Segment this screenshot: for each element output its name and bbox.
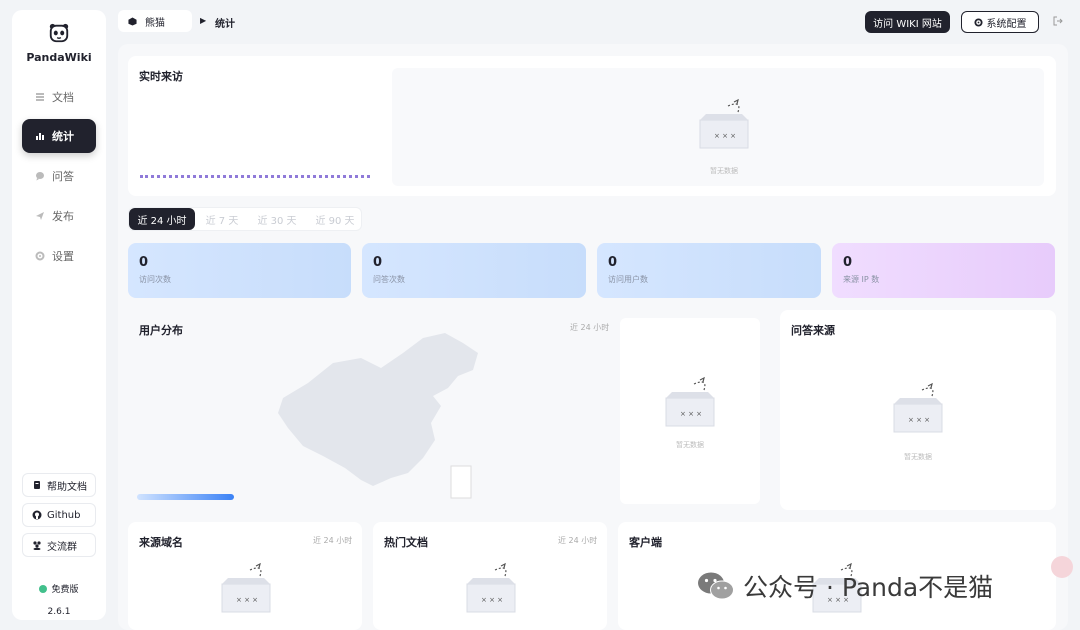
empty-text: 暂无数据 [676,441,704,449]
hot-docs-card: 热门文档 近 24 小时 × × × [373,522,607,630]
realtime-visits-title: 实时来访 [139,70,183,83]
stat-label: 访问用户数 [608,275,648,284]
stat-label: 访问次数 [139,275,171,284]
realtime-line [140,175,370,178]
watermark: 公众号 · Panda不是猫 [697,568,993,604]
document-icon [34,91,46,103]
breadcrumb-workspace[interactable]: 熊猫 [118,10,192,32]
map-legend-bar [137,494,234,500]
help-docs-label: 帮助文档 [47,481,87,493]
send-icon [34,210,46,222]
sidebar-item-publish[interactable]: 发布 [22,199,96,233]
book-icon [32,480,42,490]
empty-box-icon: × × × [893,382,943,433]
float-assistant-icon[interactable] [1051,556,1073,578]
empty-text: 暂无数据 [710,167,738,175]
china-map [278,333,478,499]
breadcrumb-workspace-label: 熊猫 [145,17,165,29]
qa-source-title: 问答来源 [791,324,835,337]
stat-users: 0 访问用户数 [597,243,821,298]
github-button[interactable]: Github [22,503,96,527]
community-group-label: 交流群 [47,541,77,553]
stat-ips: 0 来源 IP 数 [832,243,1055,298]
svg-text:× × ×: × × × [908,416,930,424]
plan-badge: 免费版 [12,582,106,595]
stat-label: 来源 IP 数 [843,275,880,284]
user-list-area: × × × 暂无数据 [620,318,760,504]
source-domain-card: 来源域名 近 24 小时 × × × [128,522,362,630]
help-docs-button[interactable]: 帮助文档 [22,473,96,497]
plan-status-icon [39,584,48,593]
user-distribution-title: 用户分布 [139,324,183,337]
empty-box-icon: × × × [665,376,715,427]
logo-text: PandaWiki [26,51,92,64]
realtime-chart-area: × × × 暂无数据 [392,68,1044,186]
cube-icon [128,16,137,26]
system-config-button[interactable]: 系统配置 [961,11,1039,33]
sidebar: PandaWiki 文档 统计 问答 发布 设置 帮助文档 Github 交流群… [12,10,106,620]
svg-text:× × ×: × × × [236,596,258,604]
sidebar-item-label: 问答 [52,170,74,183]
source-domain-range: 近 24 小时 [313,536,353,545]
breadcrumb-arrow-icon: ▶ [200,16,207,25]
sidebar-item-label: 发布 [52,210,74,223]
github-icon [32,510,42,520]
panda-logo-icon [49,23,69,43]
sidebar-item-docs[interactable]: 文档 [22,80,96,114]
logout-icon[interactable] [1052,15,1064,27]
logo[interactable]: PandaWiki [12,22,106,64]
sidebar-item-qa[interactable]: 问答 [22,159,96,193]
tab-30d[interactable]: 近 30 天 [249,208,305,230]
tab-90d[interactable]: 近 90 天 [307,208,363,230]
visit-wiki-button[interactable]: 访问 WIKI 网站 [865,11,950,33]
gear-icon [973,17,983,27]
sidebar-item-label: 统计 [52,130,74,143]
stat-value: 0 [373,255,383,270]
svg-text:× × ×: × × × [680,410,702,418]
group-icon [32,540,42,550]
stat-qa: 0 问答次数 [362,243,586,298]
version-number: 2.6.1 [47,607,71,617]
tab-7d[interactable]: 近 7 天 [197,208,247,230]
sidebar-item-label: 文档 [52,91,74,104]
time-range-tabs: 近 24 小时 近 7 天 近 30 天 近 90 天 [128,207,362,231]
user-distribution-card: 用户分布 近 24 小时 × × × 暂无数据 [128,310,768,510]
sidebar-item-stats[interactable]: 统计 [22,119,96,153]
plan-label: 免费版 [51,585,79,595]
stat-label: 问答次数 [373,275,405,284]
stat-value: 0 [843,255,853,270]
hot-docs-title: 热门文档 [384,536,428,549]
gear-icon [34,250,46,262]
empty-text: 暂无数据 [904,453,932,461]
empty-box-icon: × × × [221,562,271,613]
stat-value: 0 [139,255,149,270]
svg-text:× × ×: × × × [714,132,736,140]
source-domain-title: 来源域名 [139,536,183,549]
stat-visits: 0 访问次数 [128,243,351,298]
tab-24h[interactable]: 近 24 小时 [129,208,195,230]
watermark-text: 公众号 · Panda不是猫 [743,573,994,602]
community-group-button[interactable]: 交流群 [22,533,96,557]
breadcrumb-current: 统计 [215,19,235,30]
chat-icon [34,170,46,182]
svg-text:× × ×: × × × [481,596,503,604]
qa-source-card: 问答来源 × × × 暂无数据 [780,310,1056,510]
client-title: 客户端 [629,536,662,549]
system-config-label: 系统配置 [986,18,1027,30]
chart-icon [34,130,46,142]
sidebar-item-label: 设置 [52,250,74,263]
sidebar-item-settings[interactable]: 设置 [22,239,96,273]
hot-docs-range: 近 24 小时 [558,536,598,545]
empty-box-icon: × × × [466,562,516,613]
github-label: Github [47,509,81,521]
wechat-icon [698,572,734,600]
user-distribution-range: 近 24 小时 [570,323,610,332]
empty-box-icon: × × × [699,98,749,149]
stat-value: 0 [608,255,618,270]
